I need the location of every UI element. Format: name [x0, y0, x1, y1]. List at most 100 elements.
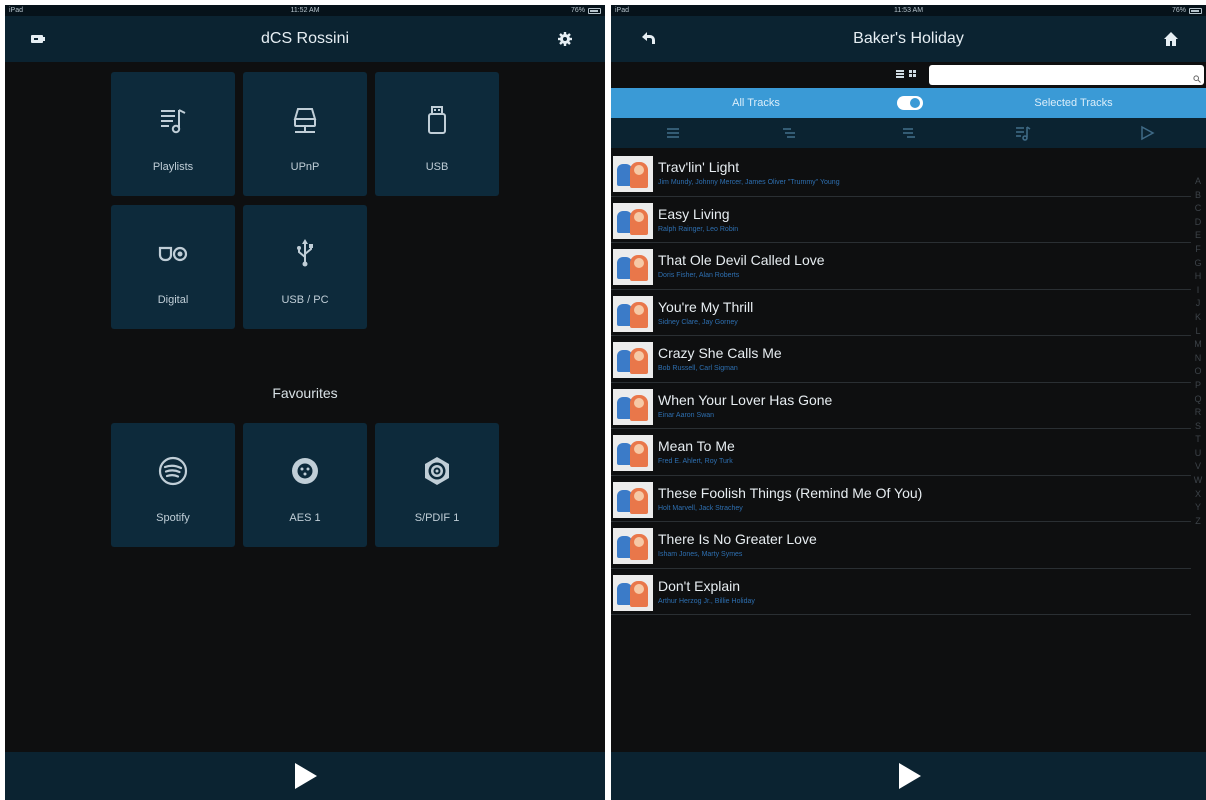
page-title: dCS Rossini [260, 30, 350, 47]
album-art [613, 528, 653, 564]
favourite-label: AES 1 [289, 512, 321, 524]
alphabet-index-letter[interactable]: X [1192, 488, 1204, 502]
alphabet-index-letter[interactable]: Z [1192, 515, 1204, 529]
source-tile-usb[interactable]: USB [375, 72, 499, 196]
alphabet-index-letter[interactable]: L [1192, 325, 1204, 339]
battery-percent: 76% [1171, 7, 1186, 14]
track-artists: Ralph Rainger, Leo Robin [658, 225, 739, 233]
alphabet-index-letter[interactable]: W [1192, 474, 1204, 488]
add-to-queue-icon[interactable] [781, 125, 797, 141]
track-title: Trav'lin' Light [658, 159, 740, 175]
filter-selected-tracks[interactable]: Selected Tracks [941, 88, 1206, 118]
alphabet-index-letter[interactable]: E [1192, 229, 1204, 243]
track-row[interactable]: Mean To Me Fred E. Ahlert, Roy Turk [611, 429, 1191, 476]
alphabet-index-letter[interactable]: A [1192, 175, 1204, 189]
favourite-tile-spdif1[interactable]: S/PDIF 1 [375, 423, 499, 547]
favourite-label: S/PDIF 1 [414, 512, 460, 524]
view-toggle[interactable] [896, 69, 924, 82]
source-tile-playlists[interactable]: Playlists [111, 72, 235, 196]
album-title: Baker's Holiday [853, 30, 964, 47]
track-row[interactable]: When Your Lover Has Gone Einar Aaron Swa… [611, 383, 1191, 429]
nav-bar: Baker's Holiday [611, 16, 1206, 62]
track-row[interactable]: That Ole Devil Called Love Doris Fisher,… [611, 243, 1191, 290]
album-art [613, 202, 653, 239]
alphabet-index-letter[interactable]: B [1192, 189, 1204, 203]
alphabet-index-letter[interactable]: K [1192, 311, 1204, 325]
play-selection-icon[interactable] [1139, 125, 1155, 141]
track-title: There Is No Greater Love [658, 531, 817, 547]
search-input[interactable] [929, 65, 1204, 85]
network-drive-icon [243, 104, 367, 136]
alphabet-index-letter[interactable]: U [1192, 447, 1204, 461]
album-art [613, 295, 653, 332]
alphabet-index-letter[interactable]: S [1192, 420, 1204, 434]
album-art [613, 481, 653, 518]
track-title: Easy Living [658, 205, 730, 222]
alphabet-index-letter[interactable]: C [1192, 202, 1204, 216]
alphabet-index-letter[interactable]: P [1192, 379, 1204, 393]
coaxial-connector-icon [375, 455, 499, 487]
alphabet-index-letter[interactable]: G [1192, 257, 1204, 271]
track-artists: Doris Fisher, Alan Roberts [658, 272, 740, 279]
playlist-icon [111, 104, 235, 136]
filter-toggle[interactable] [897, 96, 923, 110]
track-row[interactable]: Trav'lin' Light Jim Mundy, Johnny Mercer… [611, 150, 1191, 197]
play-icon[interactable] [295, 763, 317, 789]
favourite-tile-aes1[interactable]: AES 1 [243, 423, 367, 547]
favourite-tile-spotify[interactable]: Spotify [111, 423, 235, 547]
track-filter-bar: All Tracks Selected Tracks [611, 88, 1206, 118]
gear-icon[interactable] [555, 29, 575, 49]
track-row[interactable]: Don't Explain Arthur Herzog Jr., Billie … [611, 569, 1191, 615]
clock: 11:52 AM [290, 7, 320, 14]
track-row[interactable]: Crazy She Calls Me Bob Russell, Carl Sig… [611, 336, 1191, 383]
alphabet-index-letter[interactable]: D [1192, 216, 1204, 230]
track-title: When Your Lover Has Gone [658, 391, 833, 408]
alphabet-index-letter[interactable]: R [1192, 406, 1204, 420]
alphabet-index-letter[interactable]: Q [1192, 393, 1204, 407]
status-bar: iPad 11:52 AM 76% [5, 5, 605, 16]
alphabet-index-letter[interactable]: Y [1192, 501, 1204, 515]
usb-symbol-icon [243, 237, 367, 269]
album-tracks-screen: iPad 11:53 AM 76% Baker's Holiday All Tr… [611, 5, 1206, 800]
track-row[interactable]: Easy Living Ralph Rainger, Leo Robin [611, 197, 1191, 243]
source-tile-usb-pc[interactable]: USB / PC [243, 205, 367, 329]
favourites-heading: Favourites [272, 385, 338, 401]
alphabet-index-letter[interactable]: N [1192, 352, 1204, 366]
search-row [611, 62, 1206, 88]
track-action-bar [611, 118, 1206, 148]
add-to-playlist-icon[interactable] [1015, 125, 1031, 141]
track-title: These Foolish Things (Remind Me Of You) [658, 484, 923, 501]
alphabet-index-letter[interactable]: M [1192, 338, 1204, 352]
source-label: Digital [157, 294, 189, 306]
track-row[interactable]: There Is No Greater Love Isham Jones, Ma… [611, 522, 1191, 569]
play-icon[interactable] [898, 763, 921, 789]
track-artists: Holt Marvell, Jack Strachey [658, 504, 743, 512]
alphabet-index-letter[interactable]: F [1192, 243, 1204, 257]
track-title: Mean To Me [658, 438, 735, 454]
alphabet-index[interactable]: ABCDEFGHIJKLMNOPQRSTUVWXYZ [1192, 175, 1204, 528]
track-artists: Isham Jones, Marty Symes [658, 551, 743, 558]
filter-all-tracks[interactable]: All Tracks [611, 88, 901, 118]
alphabet-index-letter[interactable]: H [1192, 270, 1204, 284]
nav-bar: dCS Rossini [5, 16, 605, 62]
spotify-icon [111, 455, 235, 487]
alphabet-index-letter[interactable]: V [1192, 460, 1204, 474]
source-tile-upnp[interactable]: UPnP [243, 72, 367, 196]
source-label: UPnP [290, 161, 320, 173]
source-tile-digital[interactable]: Digital [111, 205, 235, 329]
usb-drive-icon [375, 104, 499, 136]
play-next-icon[interactable] [901, 125, 917, 141]
alphabet-index-letter[interactable]: O [1192, 365, 1204, 379]
playback-bar [611, 752, 1206, 800]
alphabet-index-letter[interactable]: I [1192, 284, 1204, 298]
track-artists: Arthur Herzog Jr., Billie Holiday [658, 597, 755, 605]
battery-icon [1189, 8, 1202, 14]
select-all-icon[interactable] [665, 125, 681, 141]
track-row[interactable]: These Foolish Things (Remind Me Of You) … [611, 476, 1191, 522]
alphabet-index-letter[interactable]: T [1192, 433, 1204, 447]
home-icon[interactable] [1161, 29, 1181, 49]
track-title: Crazy She Calls Me [658, 345, 782, 361]
alphabet-index-letter[interactable]: J [1192, 297, 1204, 311]
track-row[interactable]: You're My Thrill Sidney Clare, Jay Gorne… [611, 290, 1191, 336]
status-bar: iPad 11:53 AM 76% [611, 5, 1206, 16]
